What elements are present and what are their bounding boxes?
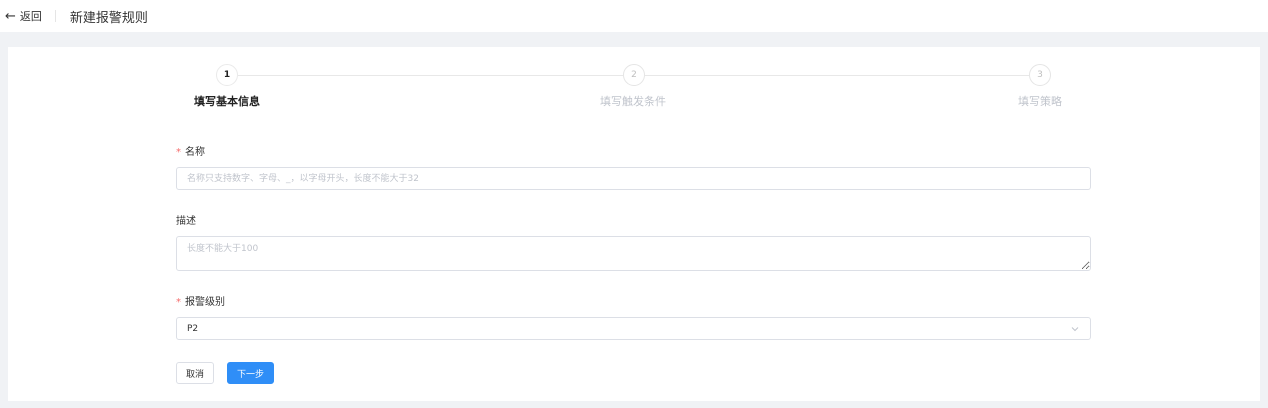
name-input[interactable] bbox=[176, 167, 1091, 190]
step-3-label: 填写策略 bbox=[1018, 95, 1062, 108]
description-label: 描述 bbox=[176, 216, 196, 227]
back-button[interactable]: ← 返回 bbox=[5, 8, 42, 24]
next-button[interactable]: 下一步 bbox=[227, 362, 274, 384]
level-select-value: P2 bbox=[187, 323, 199, 334]
description-textarea[interactable] bbox=[176, 236, 1091, 271]
form-card: 1 2 3 填写基本信息 填写触发条件 填写策略 * 名称 描述 * 报警级别 P2… bbox=[8, 47, 1260, 401]
step-3-circle: 3 bbox=[1029, 64, 1051, 86]
arrow-left-icon: ← bbox=[5, 8, 16, 24]
cancel-button[interactable]: 取消 bbox=[176, 362, 214, 384]
name-label-text: 名称 bbox=[185, 147, 205, 158]
level-select[interactable]: P2 bbox=[176, 317, 1091, 340]
step-1-circle: 1 bbox=[216, 64, 238, 86]
top-bar: ← 返回 新建报警规则 bbox=[0, 0, 1268, 32]
chevron-down-icon bbox=[1071, 326, 1079, 331]
page-title: 新建报警规则 bbox=[69, 10, 148, 26]
step-2-label: 填写触发条件 bbox=[600, 95, 666, 108]
topbar-divider bbox=[54, 10, 56, 22]
step-connector-2 bbox=[645, 75, 1029, 76]
name-label: * 名称 bbox=[176, 143, 205, 158]
step-1-label: 填写基本信息 bbox=[194, 95, 260, 108]
step-2-circle: 2 bbox=[623, 64, 645, 86]
back-label: 返回 bbox=[19, 10, 42, 23]
required-mark: * bbox=[176, 147, 181, 158]
level-label: * 报警级别 bbox=[176, 293, 225, 308]
level-label-text: 报警级别 bbox=[185, 297, 225, 308]
step-connector-1 bbox=[238, 75, 623, 76]
required-mark: * bbox=[176, 297, 181, 308]
